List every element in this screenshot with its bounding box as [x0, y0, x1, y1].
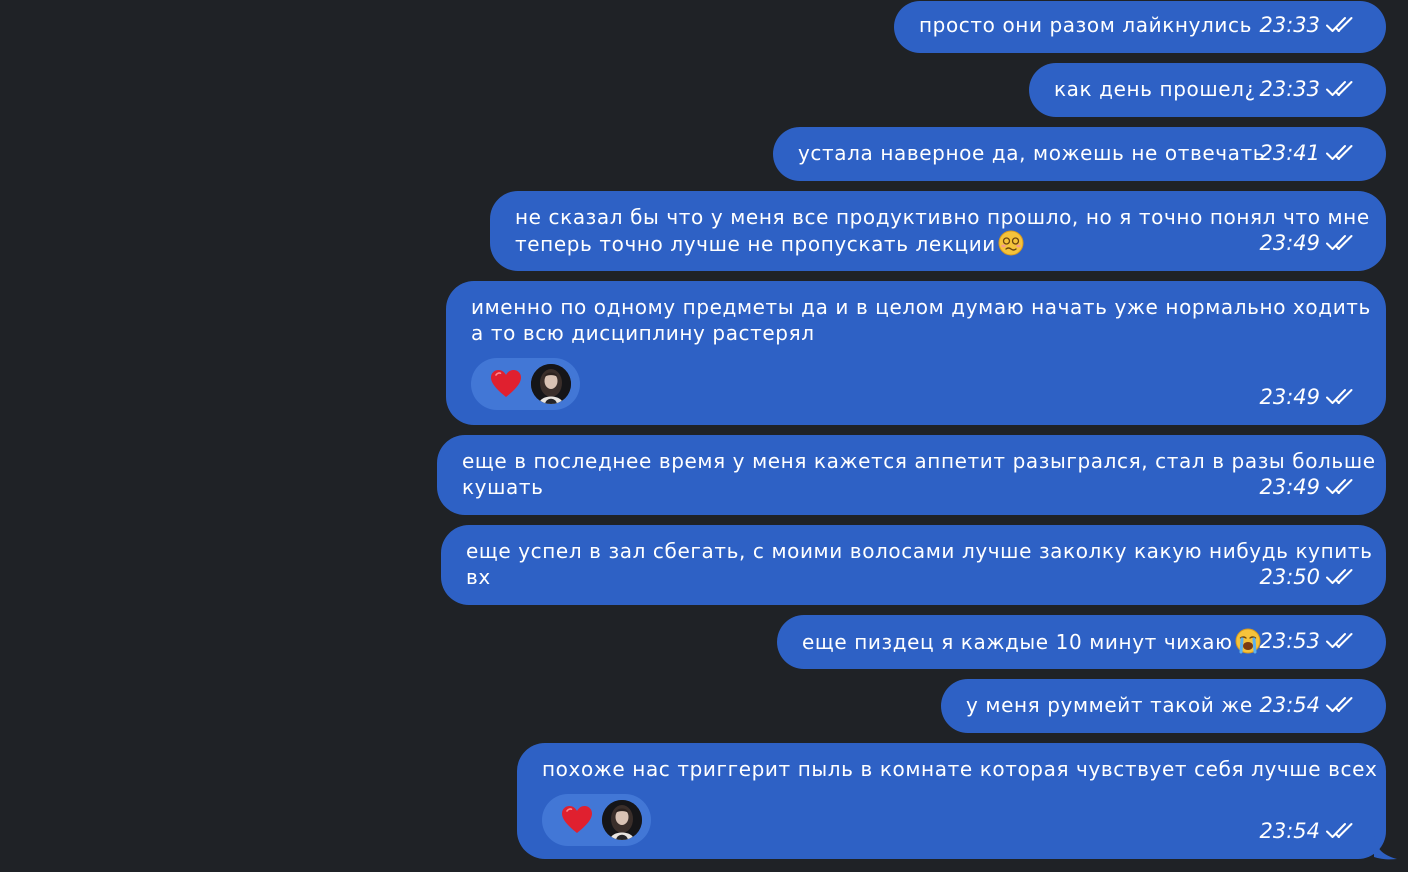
message-time: 23:53: [1259, 629, 1320, 653]
message-meta: 23:54: [1259, 693, 1358, 717]
message-text-line-1: не сказал бы что у меня все продуктивно …: [515, 205, 1370, 229]
loudly-crying-face-emoji: [1235, 628, 1261, 654]
message-text: как день прошел¿: [1054, 77, 1256, 101]
double-check-icon: [1326, 478, 1358, 496]
message-time: 23:54: [1259, 693, 1320, 717]
reaction-pill[interactable]: [471, 358, 580, 410]
avatar-image: [531, 364, 571, 404]
message-text: устала наверное да, можешь не отвечать: [798, 141, 1266, 165]
message-bubble[interactable]: просто они разом лайкнулись 23:33: [894, 1, 1386, 53]
message-time: 23:49: [1259, 475, 1320, 499]
message-time: 23:49: [1259, 231, 1320, 255]
message-bubble[interactable]: как день прошел¿ 23:33: [1029, 63, 1386, 117]
reactor-avatar[interactable]: [602, 800, 642, 840]
message-meta: 23:54: [1259, 819, 1358, 843]
message-meta: 23:49: [1259, 231, 1358, 255]
message-meta: 23:41: [1259, 141, 1358, 165]
avatar-image: [602, 800, 642, 840]
double-check-icon: [1326, 696, 1358, 714]
message-bubble[interactable]: еще в последнее время у меня кажется апп…: [437, 435, 1386, 515]
message-time: 23:50: [1259, 565, 1320, 589]
message-bubble[interactable]: именно по одному предметы да и в целом д…: [446, 281, 1386, 425]
double-check-icon: [1326, 388, 1358, 406]
chat-message-list[interactable]: просто они разом лайкнулись 23:33 как де…: [0, 0, 1408, 872]
message-text: просто они разом лайкнулись: [919, 13, 1252, 37]
message-meta: 23:49: [1259, 385, 1358, 409]
message-bubble[interactable]: устала наверное да, можешь не отвечать 2…: [773, 127, 1386, 181]
message-time: 23:33: [1259, 77, 1320, 101]
message-time: 23:49: [1259, 385, 1320, 409]
message-text-line-1: еще успел в зал сбегать, с моими волосам…: [466, 539, 1373, 563]
message-text-line-1: именно по одному предметы да и в целом д…: [471, 295, 1371, 319]
reactor-avatar[interactable]: [531, 364, 571, 404]
message-bubble[interactable]: еще пиздец я каждые 10 минут чихаю 23:53: [777, 615, 1386, 669]
message-bubble[interactable]: похоже нас триггерит пыль в комнате кото…: [517, 743, 1386, 859]
message-text-line-2: теперь точно лучше не пропускать лекции: [515, 230, 1024, 257]
double-check-icon: [1326, 16, 1358, 34]
message-bubble[interactable]: еще успел в зал сбегать, с моими волосам…: [441, 525, 1386, 605]
message-meta: 23:49: [1259, 475, 1358, 499]
heart-emoji-icon: [561, 805, 593, 835]
reaction-pill[interactable]: [542, 794, 651, 846]
heart-emoji-icon: [490, 369, 522, 399]
double-check-icon: [1326, 234, 1358, 252]
woozy-face-emoji: [998, 230, 1024, 256]
message-text-line-2: вх: [466, 565, 491, 589]
message-time: 23:41: [1259, 141, 1320, 165]
message-meta: 23:33: [1259, 13, 1358, 37]
message-meta: 23:53: [1259, 629, 1358, 653]
message-text-line-2: кушать: [462, 475, 544, 499]
message-text: у меня руммейт такой же: [966, 693, 1253, 717]
message-text: еще пиздец я каждые 10 минут чихаю: [802, 628, 1261, 655]
double-check-icon: [1326, 80, 1358, 98]
message-meta: 23:50: [1259, 565, 1358, 589]
message-meta: 23:33: [1259, 77, 1358, 101]
message-text: похоже нас триггерит пыль в комнате кото…: [542, 757, 1378, 781]
double-check-icon: [1326, 144, 1358, 162]
message-bubble[interactable]: не сказал бы что у меня все продуктивно …: [490, 191, 1386, 271]
message-time: 23:33: [1259, 13, 1320, 37]
double-check-icon: [1326, 568, 1358, 586]
message-text-line-2: а то всю дисциплину растерял: [471, 321, 815, 345]
message-bubble[interactable]: у меня руммейт такой же 23:54: [941, 679, 1386, 733]
message-text-line-1: еще в последнее время у меня кажется апп…: [462, 449, 1376, 473]
message-time: 23:54: [1259, 819, 1320, 843]
double-check-icon: [1326, 822, 1358, 840]
double-check-icon: [1326, 632, 1358, 650]
bubble-tail: [1374, 836, 1397, 860]
